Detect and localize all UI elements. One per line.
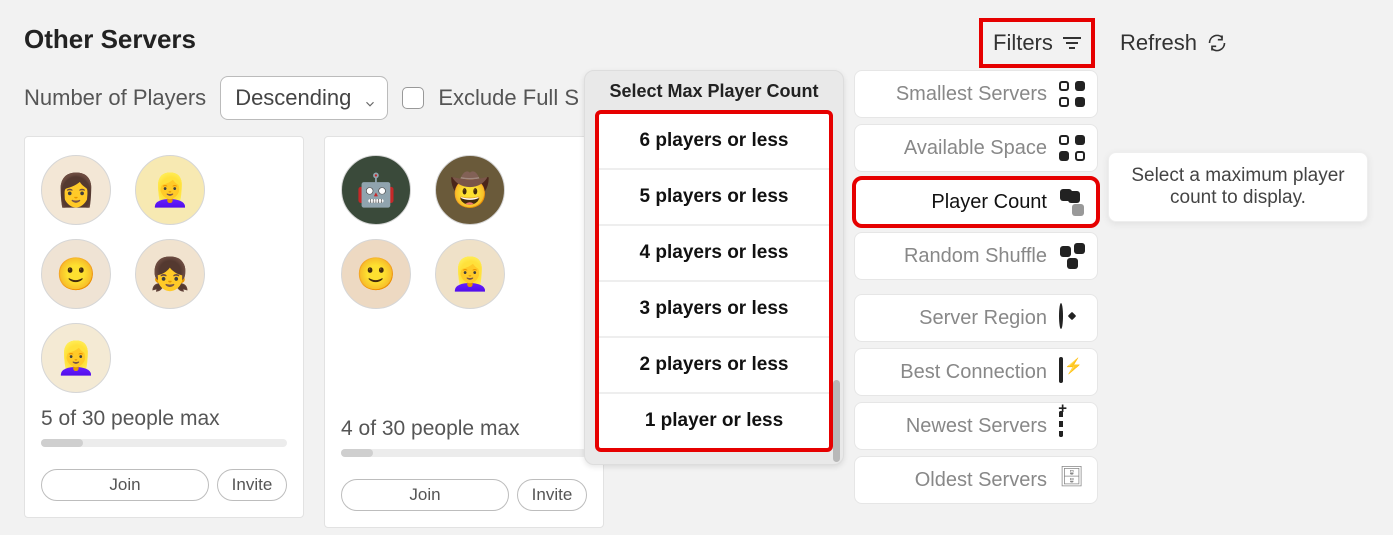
invite-button[interactable]: Invite [217,469,287,501]
dropdown-item[interactable]: 5 players or less [599,170,829,226]
invite-button[interactable]: Invite [517,479,587,511]
new-box-icon [1059,413,1085,439]
join-button[interactable]: Join [341,479,509,511]
filter-label: Server Region [867,307,1049,330]
player-count-text: 5 of 30 people max [41,407,287,431]
avatar: 👱‍♀️ [135,155,205,225]
refresh-icon [1207,33,1227,53]
server-card: 👩 👱‍♀️ 🙂 👧 👱‍♀️ 5 of 30 people max Join … [24,136,304,518]
filter-smallest-servers[interactable]: Smallest Servers [854,70,1098,118]
filter-server-region[interactable]: Server Region [854,294,1098,342]
filter-player-count[interactable]: Player Count [854,178,1098,226]
globe-icon [1059,305,1085,331]
scrollbar-thumb[interactable] [833,380,840,462]
bolt-icon [1059,359,1085,385]
avatar-row: 🤖 🤠 🙂 👱‍♀️ [341,155,587,309]
avatar: 👱‍♀️ [435,239,505,309]
dropdown-list: 6 players or less 5 players or less 4 pl… [595,110,833,452]
dropdown-title: Select Max Player Count [595,81,833,102]
filter-label: Best Connection [867,361,1049,384]
avatar: 👩 [41,155,111,225]
filter-available-space[interactable]: Available Space [854,124,1098,172]
filter-label: Player Count [867,191,1049,214]
server-card: 🤖 🤠 🙂 👱‍♀️ 4 of 30 people max Join Invit… [324,136,604,528]
chevron-down-icon [363,91,377,105]
exclude-full-label: Exclude Full S [438,85,579,111]
dropdown-item[interactable]: 3 players or less [599,282,829,338]
grid-small-icon [1059,81,1085,107]
filter-icon [1063,37,1081,49]
players-label: Number of Players [24,85,206,111]
dropdown-item[interactable]: 4 players or less [599,226,829,282]
avatar: 👧 [135,239,205,309]
filter-label: Smallest Servers [867,83,1049,106]
filters-button[interactable]: Filters [979,18,1095,68]
filter-random-shuffle[interactable]: Random Shuffle [854,232,1098,280]
avatar: 🙂 [41,239,111,309]
filter-label: Available Space [867,137,1049,160]
refresh-button[interactable]: Refresh [1120,30,1227,56]
progress-fill [41,439,83,447]
sort-value: Descending [235,85,351,110]
exclude-full-checkbox[interactable] [402,87,424,109]
filter-label: Oldest Servers [867,469,1049,492]
dropdown-item[interactable]: 6 players or less [599,114,829,170]
grid-space-icon [1059,135,1085,161]
avatar: 🙂 [341,239,411,309]
dropdown-item[interactable]: 2 players or less [599,338,829,394]
filter-menu: Smallest Servers Available Space Player … [854,70,1098,504]
progress-track [41,439,287,447]
avatar-row: 👩 👱‍♀️ 🙂 👧 👱‍♀️ [41,155,287,393]
player-count-text: 4 of 30 people max [341,417,587,441]
filter-best-connection[interactable]: Best Connection [854,348,1098,396]
filter-label: Random Shuffle [867,245,1049,268]
player-count-icon [1059,189,1085,215]
avatar: 👱‍♀️ [41,323,111,393]
progress-track [341,449,587,457]
archive-icon [1059,467,1085,493]
dice-icon [1059,243,1085,269]
dropdown-item[interactable]: 1 player or less [599,394,829,448]
player-count-tooltip: Select a maximum player count to display… [1108,152,1368,222]
avatar: 🤠 [435,155,505,225]
section-title: Other Servers [24,24,196,55]
progress-fill [341,449,373,457]
filter-newest-servers[interactable]: Newest Servers [854,402,1098,450]
join-button[interactable]: Join [41,469,209,501]
filter-oldest-servers[interactable]: Oldest Servers [854,456,1098,504]
filter-label: Newest Servers [867,415,1049,438]
filters-label: Filters [993,30,1053,56]
max-player-dropdown: Select Max Player Count 6 players or les… [584,70,844,465]
avatar: 🤖 [341,155,411,225]
sort-select[interactable]: Descending [220,76,388,120]
refresh-label: Refresh [1120,30,1197,56]
